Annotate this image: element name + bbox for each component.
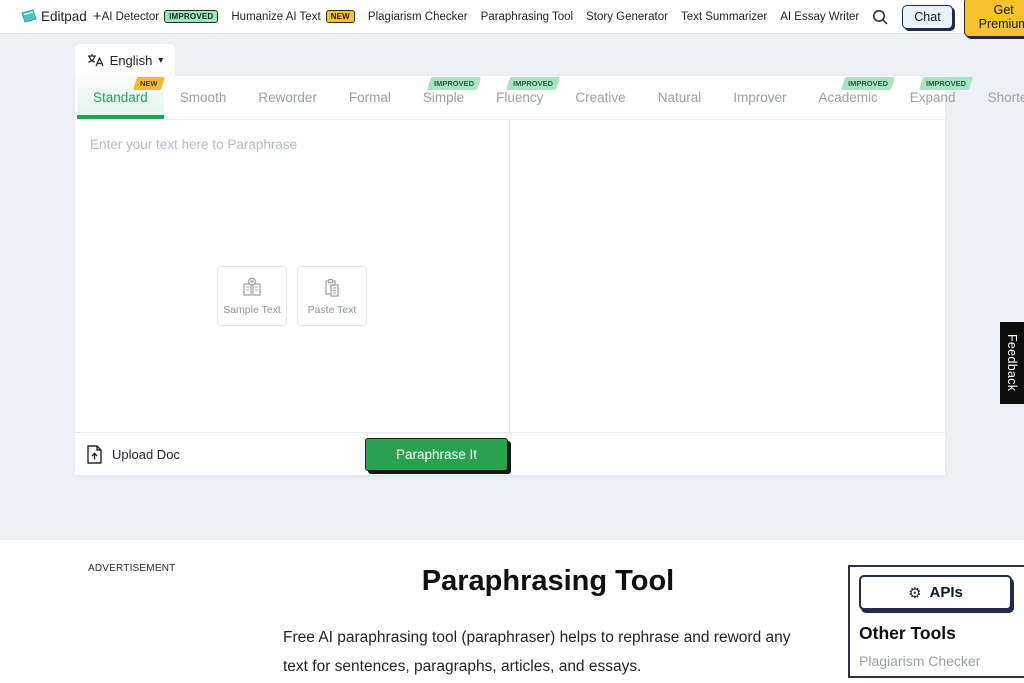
gear-icon: ⚙	[908, 584, 921, 602]
language-value: English	[110, 53, 153, 68]
quick-actions: Sample Text Paste Text	[217, 266, 367, 326]
tab-fluency[interactable]: Fluency IMPROVED	[480, 76, 559, 119]
tab-improver[interactable]: Improver	[717, 76, 802, 119]
nav-humanize-ai-text[interactable]: Humanize AI Text NEW	[231, 10, 355, 23]
feedback-tab[interactable]: Feedback	[1000, 322, 1024, 404]
article-column: Paraphrasing Tool Free AI paraphrasing t…	[283, 565, 813, 681]
improved-badge: IMPROVED	[918, 77, 972, 90]
paraphraser-card: Standard NEW Smooth Reworder Formal Simp…	[75, 76, 945, 475]
editpad-logo[interactable]: Editpad +	[20, 8, 102, 25]
tab-label: Formal	[349, 90, 391, 105]
tab-simple[interactable]: Simple IMPROVED	[407, 76, 480, 119]
main-nav: AI Detector IMPROVED Humanize AI Text NE…	[102, 10, 860, 23]
top-navigation-bar: Editpad + AI Detector IMPROVED Humanize …	[0, 0, 1024, 34]
apis-button-label: APIs	[930, 584, 963, 601]
improved-badge: IMPROVED	[841, 77, 895, 90]
tab-label: Improver	[733, 90, 786, 105]
nav-ai-essay-writer[interactable]: AI Essay Writer	[780, 11, 859, 23]
nav-label: Plagiarism Checker	[368, 11, 468, 23]
nav-label: AI Detector	[102, 11, 160, 23]
tab-label: Smooth	[180, 90, 227, 105]
other-tools-heading: Other Tools	[859, 623, 1024, 644]
tab-label: Academic	[819, 90, 878, 105]
page-description: Free AI paraphrasing tool (paraphraser) …	[283, 623, 813, 681]
search-icon[interactable]	[871, 8, 889, 26]
page-title: Paraphrasing Tool	[283, 565, 813, 598]
tab-label: Expand	[910, 90, 956, 105]
tab-label: Natural	[658, 90, 702, 105]
sample-text-icon	[240, 277, 264, 299]
input-pane: Sample Text Paste Text	[75, 120, 510, 432]
output-pane	[510, 120, 945, 432]
nav-text-summarizer[interactable]: Text Summarizer	[681, 11, 767, 23]
nav-paraphrasing-tool[interactable]: Paraphrasing Tool	[481, 11, 574, 23]
nav-story-generator[interactable]: Story Generator	[586, 11, 668, 23]
upload-doc-icon	[86, 444, 103, 465]
editpad-logo-text: Editpad	[41, 9, 87, 24]
sample-text-button[interactable]: Sample Text	[217, 266, 287, 326]
chevron-down-icon: ▾	[158, 55, 163, 66]
get-premium-button[interactable]: Get Premium	[964, 0, 1024, 37]
tab-formal[interactable]: Formal	[333, 76, 407, 119]
tab-expand[interactable]: Expand IMPROVED	[894, 76, 972, 119]
tab-label: Shorten	[988, 90, 1024, 105]
tab-reworder[interactable]: Reworder	[242, 76, 333, 119]
new-badge: NEW	[133, 77, 165, 90]
other-tools-panel: ⚙ APIs Other Tools Plagiarism Checker	[848, 565, 1024, 678]
editor-toolbar: Upload Doc Paraphrase It	[75, 432, 945, 475]
upload-doc-label: Upload Doc	[112, 447, 180, 462]
editpad-logo-icon	[20, 9, 38, 24]
advertisement-label: ADVERTISEMENT	[88, 563, 175, 574]
improved-badge: IMPROVED	[506, 77, 560, 90]
nav-plagiarism-checker[interactable]: Plagiarism Checker	[368, 11, 468, 23]
upload-doc-button[interactable]: Upload Doc	[86, 444, 180, 465]
improved-badge: IMPROVED	[164, 10, 218, 23]
nav-label: Paraphrasing Tool	[481, 11, 574, 23]
language-selector[interactable]: English ▾	[75, 44, 175, 76]
nav-ai-detector[interactable]: AI Detector IMPROVED	[102, 10, 219, 23]
paste-text-icon	[321, 277, 343, 299]
improved-badge: IMPROVED	[427, 77, 481, 90]
sample-text-label: Sample Text	[223, 304, 281, 316]
tab-natural[interactable]: Natural	[642, 76, 718, 119]
nav-label: Story Generator	[586, 11, 668, 23]
paste-text-button[interactable]: Paste Text	[297, 266, 367, 326]
mode-tabs: Standard NEW Smooth Reworder Formal Simp…	[75, 76, 945, 120]
logo-plus: +	[93, 8, 102, 25]
tab-label: Simple	[423, 90, 464, 105]
tab-label: Reworder	[258, 90, 317, 105]
new-badge: NEW	[326, 10, 355, 23]
nav-label: Text Summarizer	[681, 11, 767, 23]
chat-button[interactable]: Chat	[902, 5, 952, 29]
translate-icon	[87, 53, 104, 67]
apis-button[interactable]: ⚙ APIs	[859, 575, 1012, 610]
header-actions: Chat Get Premium Login	[902, 0, 1024, 37]
paraphrase-it-button[interactable]: Paraphrase It	[365, 438, 508, 471]
tab-academic[interactable]: Academic IMPROVED	[803, 76, 894, 119]
paste-text-label: Paste Text	[308, 304, 357, 316]
nav-label: AI Essay Writer	[780, 11, 859, 23]
tab-smooth[interactable]: Smooth	[164, 76, 243, 119]
tab-label: Standard	[93, 90, 148, 105]
nav-label: Humanize AI Text	[231, 11, 320, 23]
tab-shorten[interactable]: Shorten	[972, 76, 1024, 119]
editor-panes: Sample Text Paste Text	[75, 120, 945, 432]
sidebar-link-plagiarism-checker[interactable]: Plagiarism Checker	[859, 653, 1024, 669]
tab-label: Creative	[575, 90, 625, 105]
tab-standard[interactable]: Standard NEW	[77, 76, 164, 119]
tab-creative[interactable]: Creative	[559, 76, 641, 119]
tab-label: Fluency	[496, 90, 543, 105]
